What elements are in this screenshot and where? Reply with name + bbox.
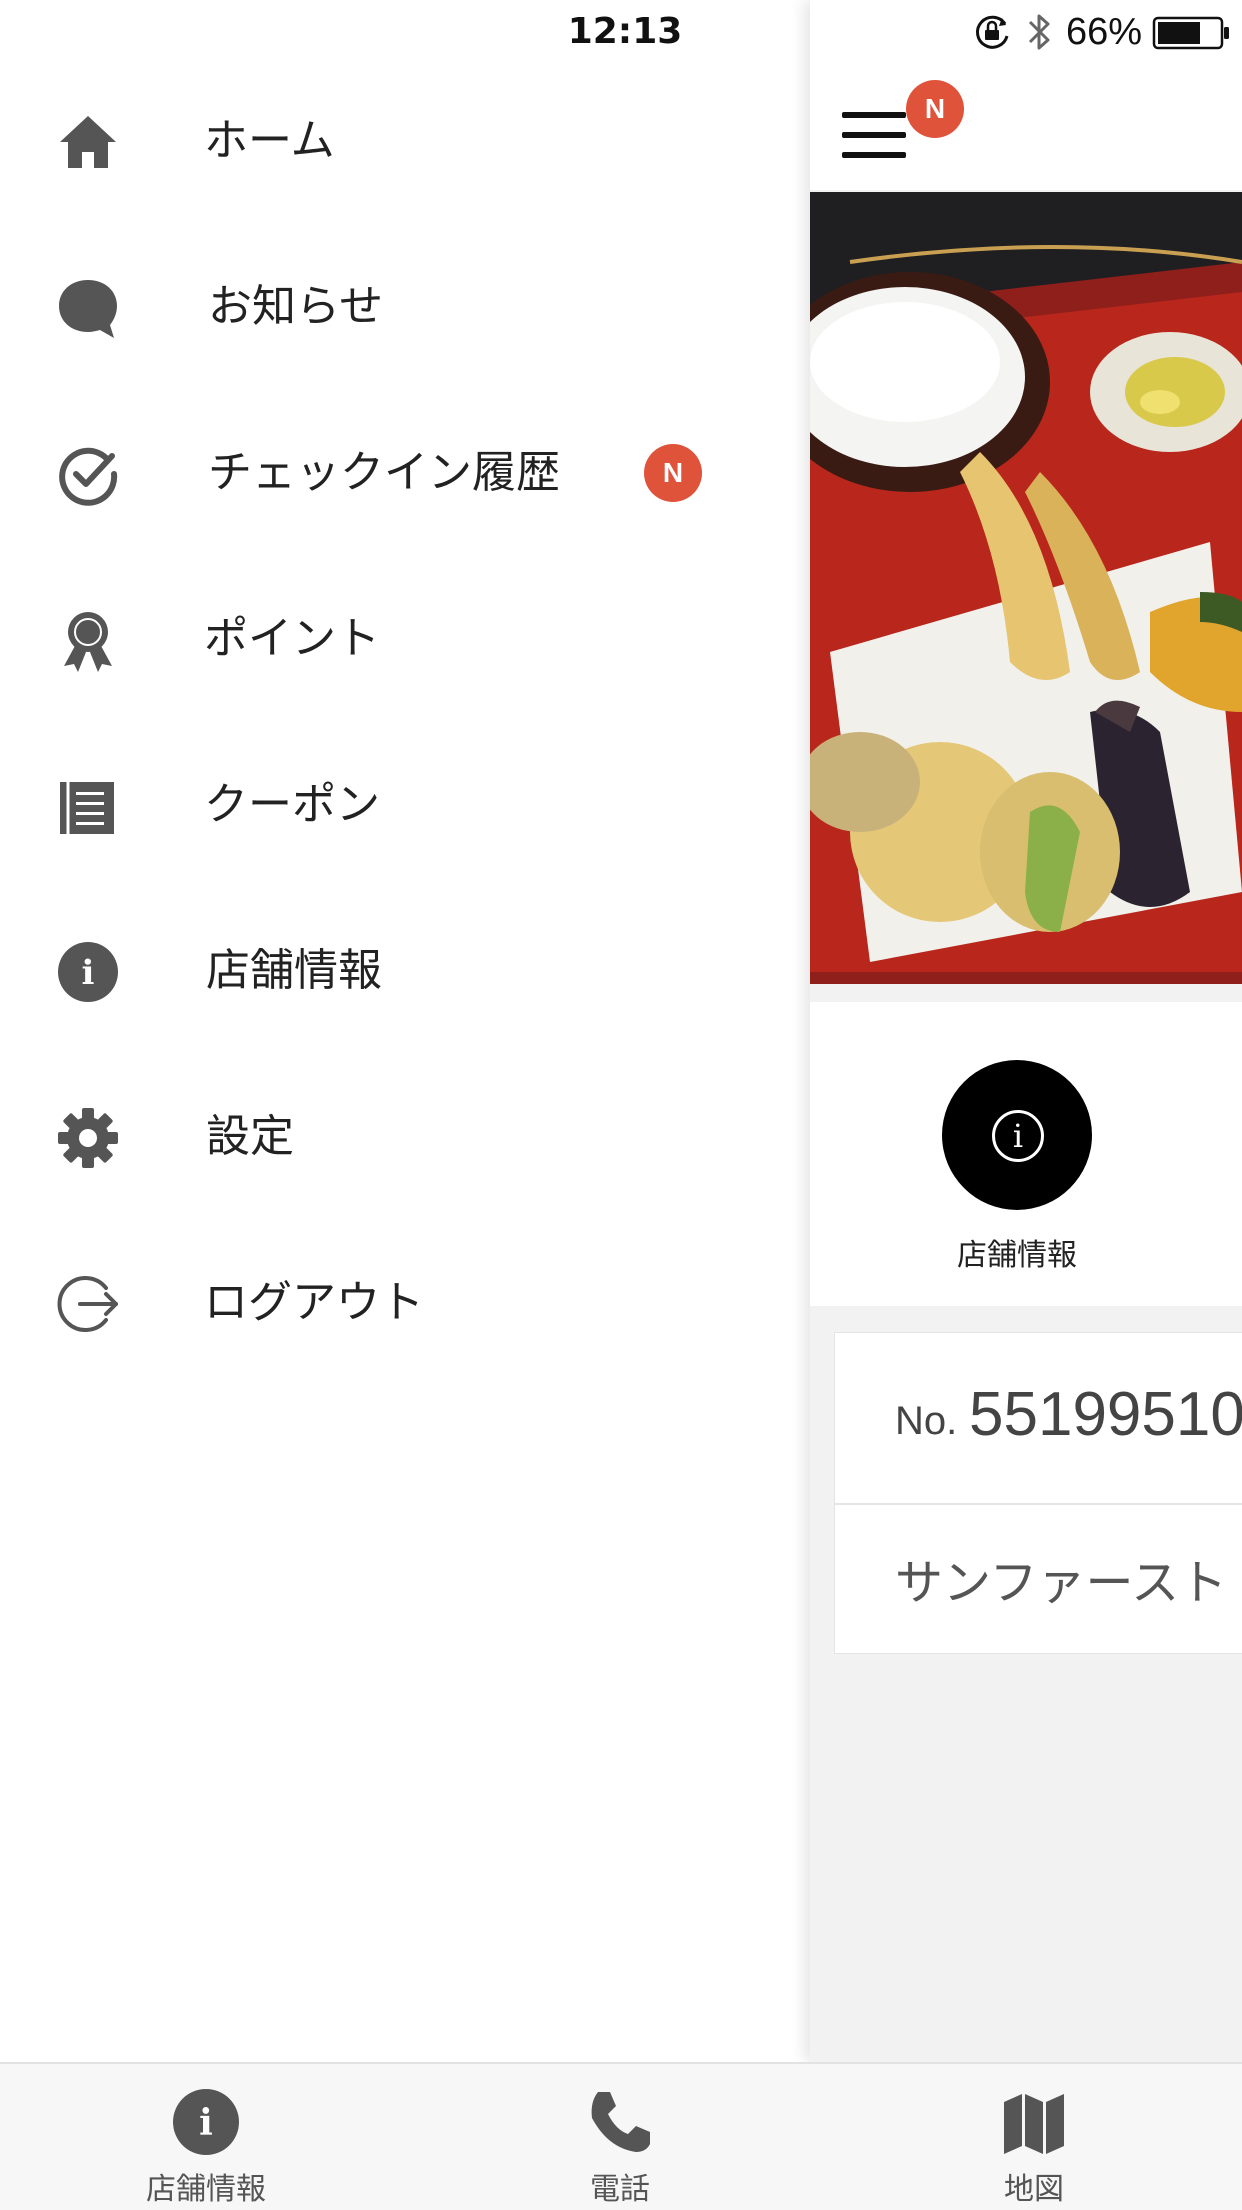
store-info-button[interactable]: i — [942, 1060, 1092, 1210]
tab-label-phone: 電話 — [590, 2172, 650, 2207]
menu-item-settings[interactable]: 設定 — [0, 1062, 810, 1212]
menu-item-checkin-history[interactable]: チェックイン履歴 N — [0, 398, 810, 548]
menu-item-store-info[interactable]: i 店舗情報 — [0, 896, 810, 1046]
svg-text:i: i — [199, 2102, 213, 2144]
menu-label-news: お知らせ — [208, 281, 384, 332]
member-number-prefix: No. — [895, 1399, 958, 1443]
menu-item-home[interactable]: ホーム — [0, 66, 810, 216]
member-number-row: No. 55199510 — [835, 1333, 1242, 1505]
app-bar: N — [810, 62, 1242, 190]
new-badge: N — [906, 80, 964, 138]
tab-map[interactable]: 地図 — [914, 2064, 1154, 2210]
home-icon — [56, 110, 120, 174]
member-card: No. 55199510 サンファースト — [834, 1332, 1242, 1654]
tab-label-map: 地図 — [1004, 2172, 1064, 2207]
info-icon: i — [56, 940, 120, 1004]
logout-icon — [56, 1272, 120, 1336]
menu-item-points[interactable]: ポイント — [0, 564, 810, 714]
battery-icon — [1152, 16, 1232, 50]
check-circle-icon — [56, 442, 120, 506]
status-time: 12:13 — [567, 11, 683, 52]
bottom-tab-bar: i 店舗情報 電話 地図 — [0, 2062, 1242, 2210]
menu-item-logout[interactable]: ログアウト — [0, 1228, 810, 1378]
award-ribbon-icon — [56, 608, 120, 672]
menu-label-settings: 設定 — [206, 1111, 294, 1162]
menu-item-coupons[interactable]: クーポン — [0, 730, 810, 880]
hero-image-tempura — [810, 192, 1242, 984]
svg-text:i: i — [82, 953, 95, 993]
menu-label-logout: ログアウト — [204, 1277, 424, 1328]
speech-bubble-icon — [56, 276, 120, 340]
main-content: 66% N i 店舗情報 No. 55199510 サンファースト — [810, 0, 1242, 2062]
navigation-drawer: 12:13 ホーム お知らせ チェックイン履歴 N ポイント クーポン i 店舗… — [0, 0, 810, 2062]
bluetooth-icon — [1024, 10, 1054, 54]
info-icon: i — [172, 2088, 240, 2156]
status-bar-right: 66% — [810, 0, 1242, 62]
tab-label-store-info: 店舗情報 — [146, 2172, 266, 2207]
menu-icon[interactable] — [842, 112, 908, 162]
new-badge: N — [644, 444, 702, 502]
tab-store-info[interactable]: i 店舗情報 — [86, 2064, 326, 2210]
rotation-lock-icon — [972, 12, 1012, 52]
tab-phone[interactable]: 電話 — [500, 2064, 740, 2210]
menu-label-coupons: クーポン — [204, 779, 380, 830]
store-info-section: i 店舗情報 — [810, 1002, 1242, 1306]
phone-icon — [586, 2088, 654, 2156]
menu-item-news[interactable]: お知らせ — [0, 232, 810, 382]
map-icon — [1000, 2088, 1068, 2156]
gear-icon — [56, 1106, 120, 1170]
coupon-list-icon — [56, 774, 120, 838]
battery-percentage: 66% — [1066, 11, 1143, 53]
store-info-label: 店舗情報 — [957, 1238, 1077, 1273]
menu-label-home: ホーム — [204, 115, 335, 166]
member-number: 55199510 — [969, 1380, 1242, 1449]
menu-label-checkin-history: チェックイン履歴 — [208, 447, 560, 498]
shop-name: サンファースト — [895, 1555, 1228, 1611]
menu-label-points: ポイント — [204, 613, 380, 664]
menu-label-store-info: 店舗情報 — [206, 945, 382, 996]
info-icon: i — [992, 1110, 1044, 1162]
